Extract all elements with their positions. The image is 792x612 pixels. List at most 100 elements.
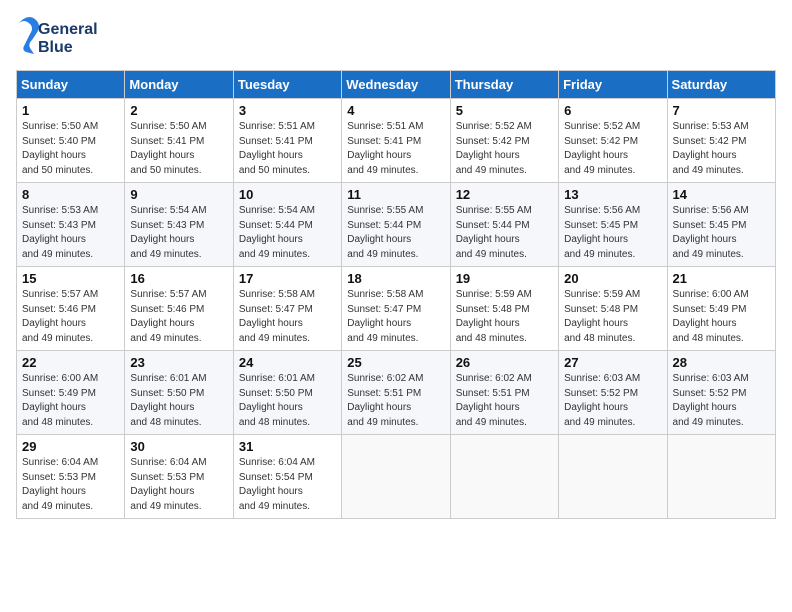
day-detail: Sunrise: 5:52 AMSunset: 5:42 PMDaylight … bbox=[564, 121, 640, 176]
calendar-cell bbox=[450, 435, 558, 519]
day-number: 18 bbox=[347, 271, 444, 286]
day-number: 22 bbox=[22, 355, 119, 370]
calendar-cell: 11 Sunrise: 5:55 AMSunset: 5:44 PMDaylig… bbox=[342, 183, 450, 267]
day-detail: Sunrise: 5:55 AMSunset: 5:44 PMDaylight … bbox=[347, 205, 423, 260]
day-number: 13 bbox=[564, 187, 661, 202]
day-detail: Sunrise: 5:59 AMSunset: 5:48 PMDaylight … bbox=[564, 289, 640, 344]
day-number: 2 bbox=[130, 103, 227, 118]
day-detail: Sunrise: 5:53 AMSunset: 5:42 PMDaylight … bbox=[673, 121, 749, 176]
weekday-header: Monday bbox=[125, 71, 233, 99]
calendar-cell: 15 Sunrise: 5:57 AMSunset: 5:46 PMDaylig… bbox=[17, 267, 125, 351]
weekday-header: Wednesday bbox=[342, 71, 450, 99]
calendar-cell: 12 Sunrise: 5:55 AMSunset: 5:44 PMDaylig… bbox=[450, 183, 558, 267]
day-detail: Sunrise: 5:59 AMSunset: 5:48 PMDaylight … bbox=[456, 289, 532, 344]
calendar-week-row: 1 Sunrise: 5:50 AMSunset: 5:40 PMDayligh… bbox=[17, 99, 776, 183]
calendar-cell bbox=[342, 435, 450, 519]
day-number: 7 bbox=[673, 103, 770, 118]
calendar-cell: 8 Sunrise: 5:53 AMSunset: 5:43 PMDayligh… bbox=[17, 183, 125, 267]
calendar-cell: 23 Sunrise: 6:01 AMSunset: 5:50 PMDaylig… bbox=[125, 351, 233, 435]
calendar-cell: 6 Sunrise: 5:52 AMSunset: 5:42 PMDayligh… bbox=[559, 99, 667, 183]
day-number: 3 bbox=[239, 103, 336, 118]
day-detail: Sunrise: 5:54 AMSunset: 5:44 PMDaylight … bbox=[239, 205, 315, 260]
day-detail: Sunrise: 5:57 AMSunset: 5:46 PMDaylight … bbox=[130, 289, 206, 344]
day-detail: Sunrise: 6:00 AMSunset: 5:49 PMDaylight … bbox=[673, 289, 749, 344]
day-detail: Sunrise: 6:02 AMSunset: 5:51 PMDaylight … bbox=[347, 373, 423, 428]
calendar-cell: 13 Sunrise: 5:56 AMSunset: 5:45 PMDaylig… bbox=[559, 183, 667, 267]
day-number: 21 bbox=[673, 271, 770, 286]
day-detail: Sunrise: 5:50 AMSunset: 5:40 PMDaylight … bbox=[22, 121, 98, 176]
calendar-cell: 22 Sunrise: 6:00 AMSunset: 5:49 PMDaylig… bbox=[17, 351, 125, 435]
day-number: 26 bbox=[456, 355, 553, 370]
day-detail: Sunrise: 5:54 AMSunset: 5:43 PMDaylight … bbox=[130, 205, 206, 260]
day-detail: Sunrise: 6:03 AMSunset: 5:52 PMDaylight … bbox=[673, 373, 749, 428]
day-detail: Sunrise: 5:52 AMSunset: 5:42 PMDaylight … bbox=[456, 121, 532, 176]
day-detail: Sunrise: 5:56 AMSunset: 5:45 PMDaylight … bbox=[673, 205, 749, 260]
day-detail: Sunrise: 5:56 AMSunset: 5:45 PMDaylight … bbox=[564, 205, 640, 260]
day-detail: Sunrise: 6:03 AMSunset: 5:52 PMDaylight … bbox=[564, 373, 640, 428]
calendar-cell: 17 Sunrise: 5:58 AMSunset: 5:47 PMDaylig… bbox=[233, 267, 341, 351]
day-number: 25 bbox=[347, 355, 444, 370]
day-number: 5 bbox=[456, 103, 553, 118]
day-detail: Sunrise: 6:04 AMSunset: 5:53 PMDaylight … bbox=[22, 457, 98, 512]
calendar-cell: 20 Sunrise: 5:59 AMSunset: 5:48 PMDaylig… bbox=[559, 267, 667, 351]
calendar-cell: 30 Sunrise: 6:04 AMSunset: 5:53 PMDaylig… bbox=[125, 435, 233, 519]
calendar-cell: 21 Sunrise: 6:00 AMSunset: 5:49 PMDaylig… bbox=[667, 267, 775, 351]
weekday-header: Sunday bbox=[17, 71, 125, 99]
day-detail: Sunrise: 6:04 AMSunset: 5:53 PMDaylight … bbox=[130, 457, 206, 512]
day-number: 31 bbox=[239, 439, 336, 454]
weekday-header: Thursday bbox=[450, 71, 558, 99]
calendar-cell: 16 Sunrise: 5:57 AMSunset: 5:46 PMDaylig… bbox=[125, 267, 233, 351]
calendar-cell: 5 Sunrise: 5:52 AMSunset: 5:42 PMDayligh… bbox=[450, 99, 558, 183]
svg-text:Blue: Blue bbox=[38, 39, 73, 56]
calendar-week-row: 29 Sunrise: 6:04 AMSunset: 5:53 PMDaylig… bbox=[17, 435, 776, 519]
weekday-header: Friday bbox=[559, 71, 667, 99]
calendar-cell: 31 Sunrise: 6:04 AMSunset: 5:54 PMDaylig… bbox=[233, 435, 341, 519]
calendar-week-row: 15 Sunrise: 5:57 AMSunset: 5:46 PMDaylig… bbox=[17, 267, 776, 351]
day-detail: Sunrise: 6:01 AMSunset: 5:50 PMDaylight … bbox=[239, 373, 315, 428]
calendar-cell: 3 Sunrise: 5:51 AMSunset: 5:41 PMDayligh… bbox=[233, 99, 341, 183]
day-detail: Sunrise: 6:01 AMSunset: 5:50 PMDaylight … bbox=[130, 373, 206, 428]
calendar-table: SundayMondayTuesdayWednesdayThursdayFrid… bbox=[16, 70, 776, 519]
calendar-cell: 9 Sunrise: 5:54 AMSunset: 5:43 PMDayligh… bbox=[125, 183, 233, 267]
day-number: 24 bbox=[239, 355, 336, 370]
calendar-cell: 4 Sunrise: 5:51 AMSunset: 5:41 PMDayligh… bbox=[342, 99, 450, 183]
day-number: 30 bbox=[130, 439, 227, 454]
day-number: 8 bbox=[22, 187, 119, 202]
day-detail: Sunrise: 5:51 AMSunset: 5:41 PMDaylight … bbox=[239, 121, 315, 176]
svg-text:General: General bbox=[38, 21, 98, 38]
day-detail: Sunrise: 5:58 AMSunset: 5:47 PMDaylight … bbox=[239, 289, 315, 344]
day-number: 11 bbox=[347, 187, 444, 202]
weekday-header: Tuesday bbox=[233, 71, 341, 99]
day-detail: Sunrise: 6:02 AMSunset: 5:51 PMDaylight … bbox=[456, 373, 532, 428]
day-detail: Sunrise: 5:58 AMSunset: 5:47 PMDaylight … bbox=[347, 289, 423, 344]
calendar-week-row: 22 Sunrise: 6:00 AMSunset: 5:49 PMDaylig… bbox=[17, 351, 776, 435]
calendar-cell: 27 Sunrise: 6:03 AMSunset: 5:52 PMDaylig… bbox=[559, 351, 667, 435]
calendar-cell: 10 Sunrise: 5:54 AMSunset: 5:44 PMDaylig… bbox=[233, 183, 341, 267]
day-number: 15 bbox=[22, 271, 119, 286]
day-number: 4 bbox=[347, 103, 444, 118]
calendar-cell bbox=[559, 435, 667, 519]
day-number: 10 bbox=[239, 187, 336, 202]
weekday-header: Saturday bbox=[667, 71, 775, 99]
day-number: 12 bbox=[456, 187, 553, 202]
calendar-cell: 18 Sunrise: 5:58 AMSunset: 5:47 PMDaylig… bbox=[342, 267, 450, 351]
calendar-cell: 14 Sunrise: 5:56 AMSunset: 5:45 PMDaylig… bbox=[667, 183, 775, 267]
day-number: 14 bbox=[673, 187, 770, 202]
day-number: 16 bbox=[130, 271, 227, 286]
day-number: 29 bbox=[22, 439, 119, 454]
calendar-cell bbox=[667, 435, 775, 519]
day-detail: Sunrise: 5:57 AMSunset: 5:46 PMDaylight … bbox=[22, 289, 98, 344]
day-number: 9 bbox=[130, 187, 227, 202]
calendar-cell: 29 Sunrise: 6:04 AMSunset: 5:53 PMDaylig… bbox=[17, 435, 125, 519]
day-detail: Sunrise: 5:51 AMSunset: 5:41 PMDaylight … bbox=[347, 121, 423, 176]
calendar-cell: 26 Sunrise: 6:02 AMSunset: 5:51 PMDaylig… bbox=[450, 351, 558, 435]
day-number: 1 bbox=[22, 103, 119, 118]
day-number: 6 bbox=[564, 103, 661, 118]
day-detail: Sunrise: 6:00 AMSunset: 5:49 PMDaylight … bbox=[22, 373, 98, 428]
day-detail: Sunrise: 5:50 AMSunset: 5:41 PMDaylight … bbox=[130, 121, 206, 176]
calendar-header-row: SundayMondayTuesdayWednesdayThursdayFrid… bbox=[17, 71, 776, 99]
logo: GeneralBlue bbox=[16, 16, 106, 60]
calendar-cell: 7 Sunrise: 5:53 AMSunset: 5:42 PMDayligh… bbox=[667, 99, 775, 183]
calendar-week-row: 8 Sunrise: 5:53 AMSunset: 5:43 PMDayligh… bbox=[17, 183, 776, 267]
day-number: 19 bbox=[456, 271, 553, 286]
